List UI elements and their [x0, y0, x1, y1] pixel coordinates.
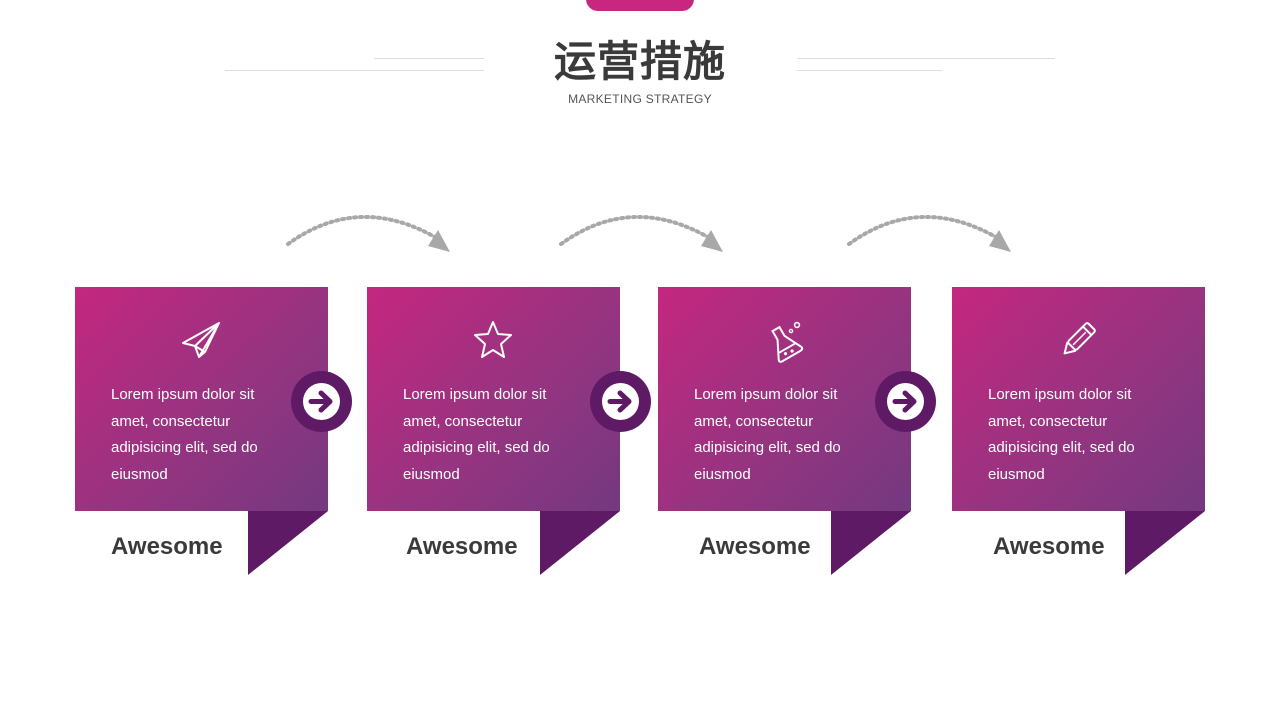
next-step-button-2[interactable]	[590, 371, 651, 432]
card-fold-3	[831, 511, 911, 575]
divider-left-lower	[225, 70, 484, 71]
step-description: Lorem ipsum dolor sit amet, consectetur …	[403, 386, 550, 483]
divider-left-upper	[374, 58, 484, 59]
step-description: Lorem ipsum dolor sit amet, consectetur …	[111, 386, 258, 483]
step-label: Awesome	[111, 533, 223, 560]
step-card-2: Lorem ipsum dolor sit amet, consectetur …	[367, 287, 620, 511]
step-card-3: Lorem ipsum dolor sit amet, consectetur …	[658, 287, 911, 511]
divider-right-lower	[797, 70, 942, 71]
step-description: Lorem ipsum dolor sit amet, consectetur …	[694, 386, 841, 483]
step-description: Lorem ipsum dolor sit amet, consectetur …	[988, 386, 1135, 483]
flask-icon	[764, 319, 804, 363]
next-step-button-1[interactable]	[291, 371, 352, 432]
arrow-right-circle-icon	[892, 390, 917, 413]
card-fold-2	[540, 511, 620, 575]
card-fold-1	[248, 511, 328, 575]
step-label: Awesome	[993, 533, 1105, 560]
step-label: Awesome	[699, 533, 811, 560]
flow-arc-2	[559, 215, 723, 252]
card-fold-4	[1125, 511, 1205, 575]
step-card-4: Lorem ipsum dolor sit amet, consectetur …	[952, 287, 1205, 511]
page-subtitle: MARKETING STRATEGY	[568, 92, 712, 106]
star-icon	[473, 319, 513, 361]
flow-arc-3	[847, 215, 1011, 252]
pencil-icon	[1058, 319, 1098, 361]
next-step-button-3[interactable]	[875, 371, 936, 432]
top-accent-tab	[586, 0, 694, 11]
arrow-right-circle-icon	[308, 390, 333, 413]
page-title: 运营措施	[553, 38, 726, 85]
flow-arc-1	[286, 215, 450, 252]
divider-right-upper	[797, 58, 1055, 59]
arrow-right-circle-icon	[607, 390, 632, 413]
step-label: Awesome	[406, 533, 518, 560]
paper-plane-icon	[181, 319, 221, 361]
